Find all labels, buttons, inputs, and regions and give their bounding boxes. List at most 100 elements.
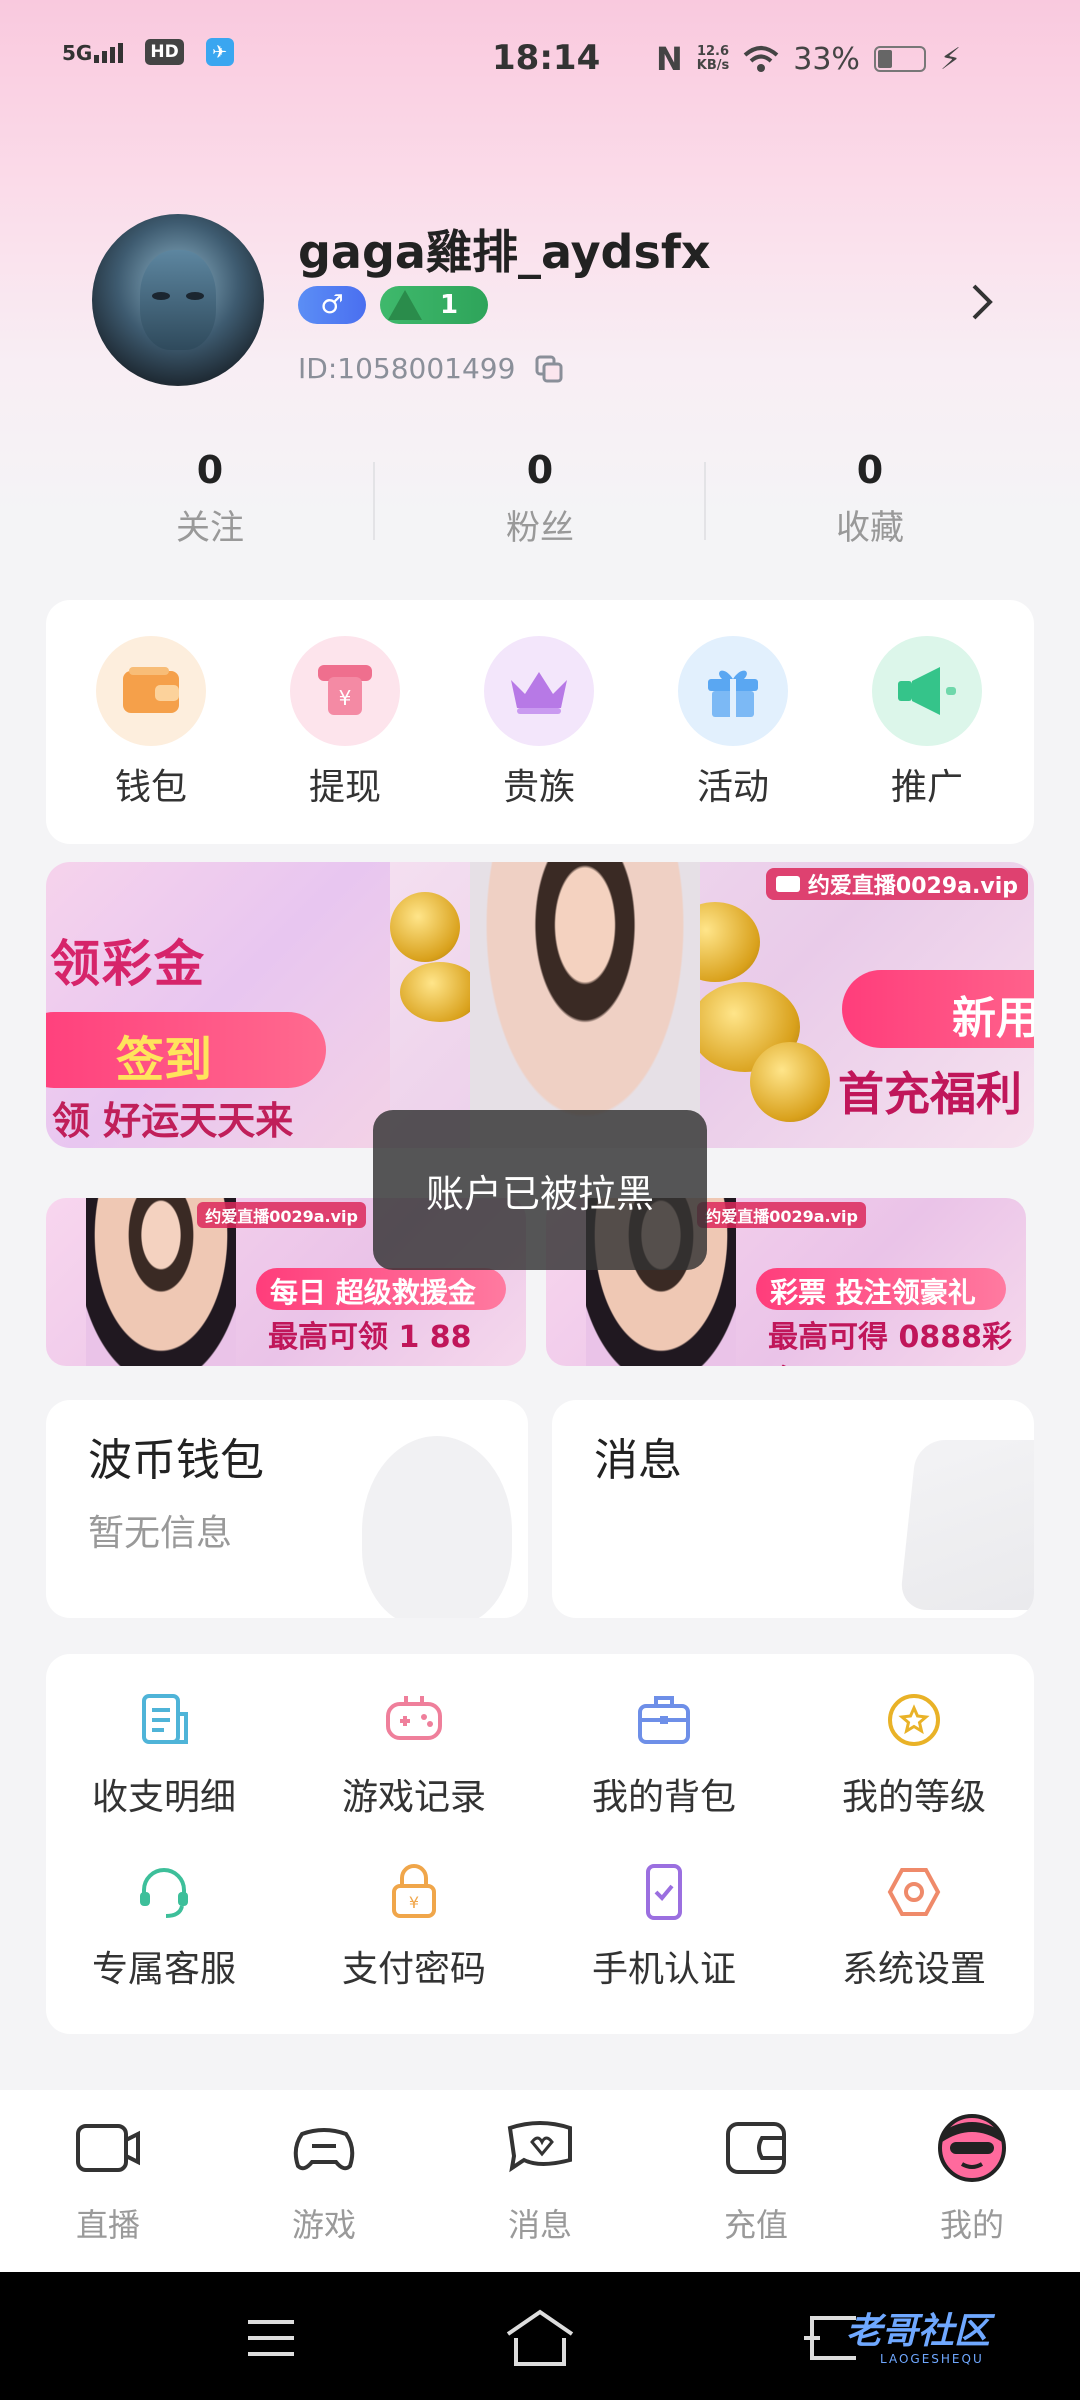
stat-fans[interactable]: 0 粉丝	[440, 448, 640, 549]
banner-pill-text: 新用	[952, 993, 1034, 1044]
phone-check-icon	[646, 1864, 682, 1920]
message-title: 消息	[594, 1435, 682, 1486]
menu-game-records[interactable]: 游戏记录	[314, 1690, 514, 1820]
menu-label: 支付密码	[341, 1949, 486, 1990]
quick-label: 提现	[308, 767, 381, 808]
headset-icon	[140, 1868, 188, 1918]
quick-label: 贵族	[502, 767, 575, 808]
user-badges: ♂ 1	[298, 286, 488, 324]
user-id: ID:1058001499	[298, 352, 516, 385]
withdraw-icon: ¥	[290, 636, 400, 746]
nav-label: 消息	[507, 2206, 572, 2244]
avatar-nav-icon	[938, 2114, 1006, 2182]
battery-percent: 33%	[793, 41, 860, 77]
divider	[704, 462, 706, 540]
chevron-right-icon[interactable]	[966, 280, 996, 324]
wallet-card[interactable]: 波币钱包 暂无信息	[46, 1400, 528, 1618]
level-badge: 1	[380, 286, 488, 324]
menu-label: 系统设置	[841, 1949, 986, 1990]
system-nav-bar: 老哥社区 LAOGESHEQU	[0, 2272, 1080, 2400]
gender-badge: ♂	[298, 286, 366, 324]
banner-subtitle: 领 好运天天来	[52, 1099, 294, 1143]
gamepad-nav-icon	[293, 2128, 355, 2171]
copy-icon[interactable]	[534, 354, 564, 384]
nav-label: 直播	[75, 2206, 140, 2244]
wallet-title: 波币钱包	[88, 1435, 264, 1486]
toast-message: 账户已被拉黑	[373, 1110, 707, 1270]
megaphone-icon	[872, 636, 982, 746]
banner-title: 领彩金	[50, 935, 206, 993]
nav-games[interactable]: 游戏	[244, 2112, 404, 2246]
recent-apps-icon[interactable]	[246, 2318, 296, 2358]
quick-label: 钱包	[114, 767, 187, 808]
wallet-icon	[96, 636, 206, 746]
nfc-icon: N	[656, 40, 683, 78]
watermark: 老哥社区	[846, 2311, 991, 2352]
svg-text:¥: ¥	[339, 686, 352, 710]
crown-icon	[484, 636, 594, 746]
promo-banner-firstcharge[interactable]: 约爱直播0029a.vip 新用 首充福利	[390, 862, 1034, 1148]
level-value: 1	[440, 290, 459, 320]
stat-following[interactable]: 0 关注	[110, 448, 310, 549]
quick-withdraw[interactable]: ¥ 提现	[280, 636, 410, 810]
menu-label: 手机认证	[591, 1949, 736, 1990]
gamepad-icon	[386, 1696, 442, 1740]
avatar[interactable]	[92, 214, 264, 386]
chat-nav-icon	[507, 2121, 572, 2173]
menu-backpack[interactable]: 我的背包	[564, 1690, 764, 1820]
nav-mine[interactable]: 我的	[892, 2112, 1052, 2246]
banner-subtitle: 首充福利	[838, 1067, 1022, 1121]
menu-phone-verify[interactable]: 手机认证	[564, 1862, 764, 1992]
stat-label: 关注	[176, 508, 244, 548]
nav-recharge[interactable]: 充值	[676, 2112, 836, 2246]
banner-subtitle: 最高可领 1 88	[268, 1320, 472, 1355]
nav-messages[interactable]: 消息	[460, 2112, 620, 2246]
lock-icon: ¥	[392, 1864, 436, 1918]
stat-value: 0	[856, 448, 884, 492]
quick-nobility[interactable]: 贵族	[474, 636, 604, 810]
charging-icon: ⚡	[939, 41, 962, 77]
menu-label: 我的背包	[591, 1777, 736, 1818]
quick-wallet[interactable]: 钱包	[86, 636, 216, 810]
stat-favorites[interactable]: 0 收藏	[770, 448, 970, 549]
signal-bars-icon	[94, 41, 124, 63]
stat-value: 0	[526, 448, 554, 492]
promo-banner-signin[interactable]: 领彩金 签到 领 好运天天来	[46, 862, 390, 1148]
nav-live[interactable]: 直播	[28, 2112, 188, 2246]
watermark-sub: LAOGESHEQU	[880, 2352, 984, 2366]
quick-activity[interactable]: 活动	[668, 636, 798, 810]
menu-level[interactable]: 我的等级	[814, 1690, 1014, 1820]
banner-pill: 彩票 投注领豪礼	[756, 1268, 1006, 1310]
message-card[interactable]: 消息	[552, 1400, 1034, 1618]
quick-promote[interactable]: 推广	[862, 636, 992, 810]
money-bag-icon	[362, 1436, 512, 1618]
menu-label: 我的等级	[841, 1777, 986, 1818]
divider	[373, 462, 375, 540]
wallet-nav-icon	[726, 2122, 786, 2174]
nav-label: 我的	[939, 2206, 1004, 2244]
menu-settings[interactable]: 系统设置	[814, 1862, 1014, 1992]
star-badge-icon	[888, 1694, 940, 1746]
status-bar: 5G HD ✈ 18:14 N 12.6 KB/s 33% ⚡	[0, 0, 1080, 120]
quick-label: 活动	[696, 767, 769, 808]
banner-pill-text: 签到	[116, 1032, 213, 1088]
banner-pill: 新用	[842, 970, 1034, 1048]
wifi-icon	[743, 46, 779, 72]
app-notification-icon: ✈	[205, 38, 234, 66]
ledger-icon	[142, 1694, 188, 1744]
banner-brand-tag: 约爱直播0029a.vip	[197, 1202, 366, 1228]
camera-icon	[775, 876, 800, 892]
stat-label: 粉丝	[506, 508, 574, 548]
username: gaga雞排_aydsfx	[298, 225, 711, 279]
menu-transactions[interactable]: 收支明细	[64, 1690, 264, 1820]
menu-payment-password[interactable]: ¥ 支付密码	[314, 1862, 514, 1992]
home-icon[interactable]	[504, 2308, 576, 2368]
banner-brand-tag: 约爱直播0029a.vip	[765, 868, 1028, 900]
live-camera-icon	[76, 2124, 140, 2172]
menu-customer-service[interactable]: 专属客服	[64, 1862, 264, 1992]
quick-label: 推广	[890, 767, 963, 808]
battery-icon	[873, 46, 926, 72]
hd-icon: HD	[145, 39, 184, 65]
wallet-subtitle: 暂无信息	[88, 1513, 233, 1554]
signal-indicator: 5G	[62, 41, 124, 63]
